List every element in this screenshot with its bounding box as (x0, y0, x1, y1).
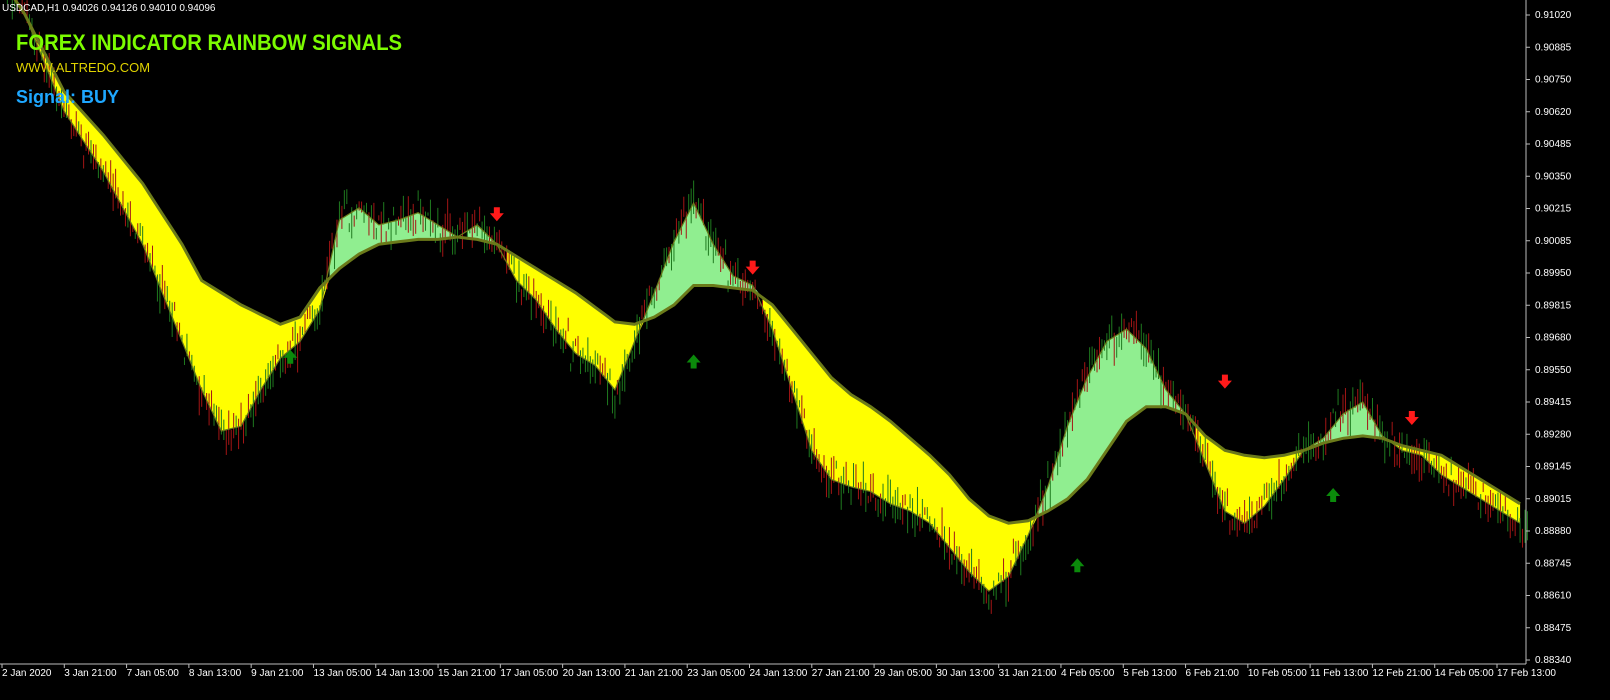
price-tick-label: 0.89415 (1535, 397, 1572, 408)
price-tick-label: 0.89815 (1535, 300, 1572, 311)
sell-arrow-icon (745, 260, 760, 275)
time-tick-label: 12 Feb 21:00 (1372, 668, 1431, 679)
rainbow-fills (15, 0, 1521, 592)
time-tick-label: 15 Jan 21:00 (438, 668, 496, 679)
price-chart[interactable]: 0.91020 0.90885 0.90750 0.90620 0.90485 0.903… (0, 0, 1610, 700)
ma-line (13, 0, 1521, 525)
time-tick-label: 9 Jan 21:00 (251, 668, 304, 679)
price-tick-label: 0.88475 (1535, 623, 1572, 634)
price-tick-label: 0.89280 (1535, 429, 1572, 440)
price-tick-label: 0.90085 (1535, 236, 1572, 247)
price-tick-label: 0.90350 (1535, 171, 1572, 182)
time-tick-label: 29 Jan 05:00 (874, 668, 932, 679)
buy-arrow-icon (1070, 558, 1085, 573)
time-tick-label: 3 Jan 21:00 (64, 668, 117, 679)
time-tick-label: 23 Jan 05:00 (687, 668, 745, 679)
time-tick-label: 13 Jan 05:00 (313, 668, 371, 679)
price-tick-label: 0.90485 (1535, 139, 1572, 150)
price-tick-label: 0.89015 (1535, 494, 1572, 505)
time-tick-label: 14 Jan 13:00 (376, 668, 434, 679)
time-tick-label: 31 Jan 21:00 (999, 668, 1057, 679)
time-tick-label: 14 Feb 05:00 (1435, 668, 1494, 679)
indicator-title: FOREX INDICATOR RAINBOW SIGNALS (16, 30, 403, 55)
time-tick-label: 24 Jan 13:00 (750, 668, 808, 679)
price-tick-label: 0.88880 (1535, 526, 1572, 537)
price-tick-label: 0.90215 (1535, 204, 1572, 215)
ma-lines (13, 0, 1521, 592)
time-tick-label: 10 Feb 05:00 (1248, 668, 1307, 679)
time-tick-label: 2 Jan 2020 (2, 668, 52, 679)
symbol-header: USDCAD,H1 0.94026 0.94126 0.94010 0.9409… (2, 3, 216, 14)
time-tick-label: 7 Jan 05:00 (127, 668, 180, 679)
sell-arrow-icon (489, 207, 504, 222)
price-tick-label: 0.89550 (1535, 365, 1572, 376)
time-tick-label: 17 Feb 13:00 (1497, 668, 1556, 679)
signal-value: BUY (81, 87, 120, 107)
signal-label: Signal: (16, 87, 77, 107)
price-tick-label: 0.88745 (1535, 558, 1572, 569)
time-tick-label: 8 Jan 13:00 (189, 668, 242, 679)
time-tick-label: 30 Jan 13:00 (936, 668, 994, 679)
sell-arrow-icon (1404, 411, 1419, 426)
time-tick-label: 5 Feb 13:00 (1123, 668, 1177, 679)
price-tick-label: 0.90750 (1535, 75, 1572, 86)
price-tick-label: 0.89950 (1535, 268, 1572, 279)
price-tick-label: 0.88610 (1535, 591, 1572, 602)
price-tick-label: 0.90885 (1535, 42, 1572, 53)
signal-status: Signal: BUY (16, 87, 119, 108)
ma-line (14, 0, 1521, 592)
price-tick-label: 0.91020 (1535, 10, 1572, 21)
buy-arrow-icon (686, 354, 701, 369)
website-label: WWW.ALTREDO.COM (16, 60, 151, 75)
time-tick-label: 20 Jan 13:00 (563, 668, 621, 679)
price-tick-label: 0.89145 (1535, 462, 1572, 473)
sell-arrow-icon (1217, 374, 1232, 389)
time-tick-label: 11 Feb 13:00 (1310, 668, 1369, 679)
time-tick-label: 17 Jan 05:00 (500, 668, 558, 679)
time-tick-label: 27 Jan 21:00 (812, 668, 870, 679)
buy-arrow-icon (1326, 487, 1341, 502)
time-tick-label: 6 Feb 21:00 (1186, 668, 1240, 679)
price-tick-label: 0.90620 (1535, 107, 1572, 118)
price-tick-label: 0.88340 (1535, 655, 1572, 666)
time-tick-label: 4 Feb 05:00 (1061, 668, 1115, 679)
time-tick-label: 21 Jan 21:00 (625, 668, 683, 679)
price-tick-label: 0.89680 (1535, 333, 1572, 344)
